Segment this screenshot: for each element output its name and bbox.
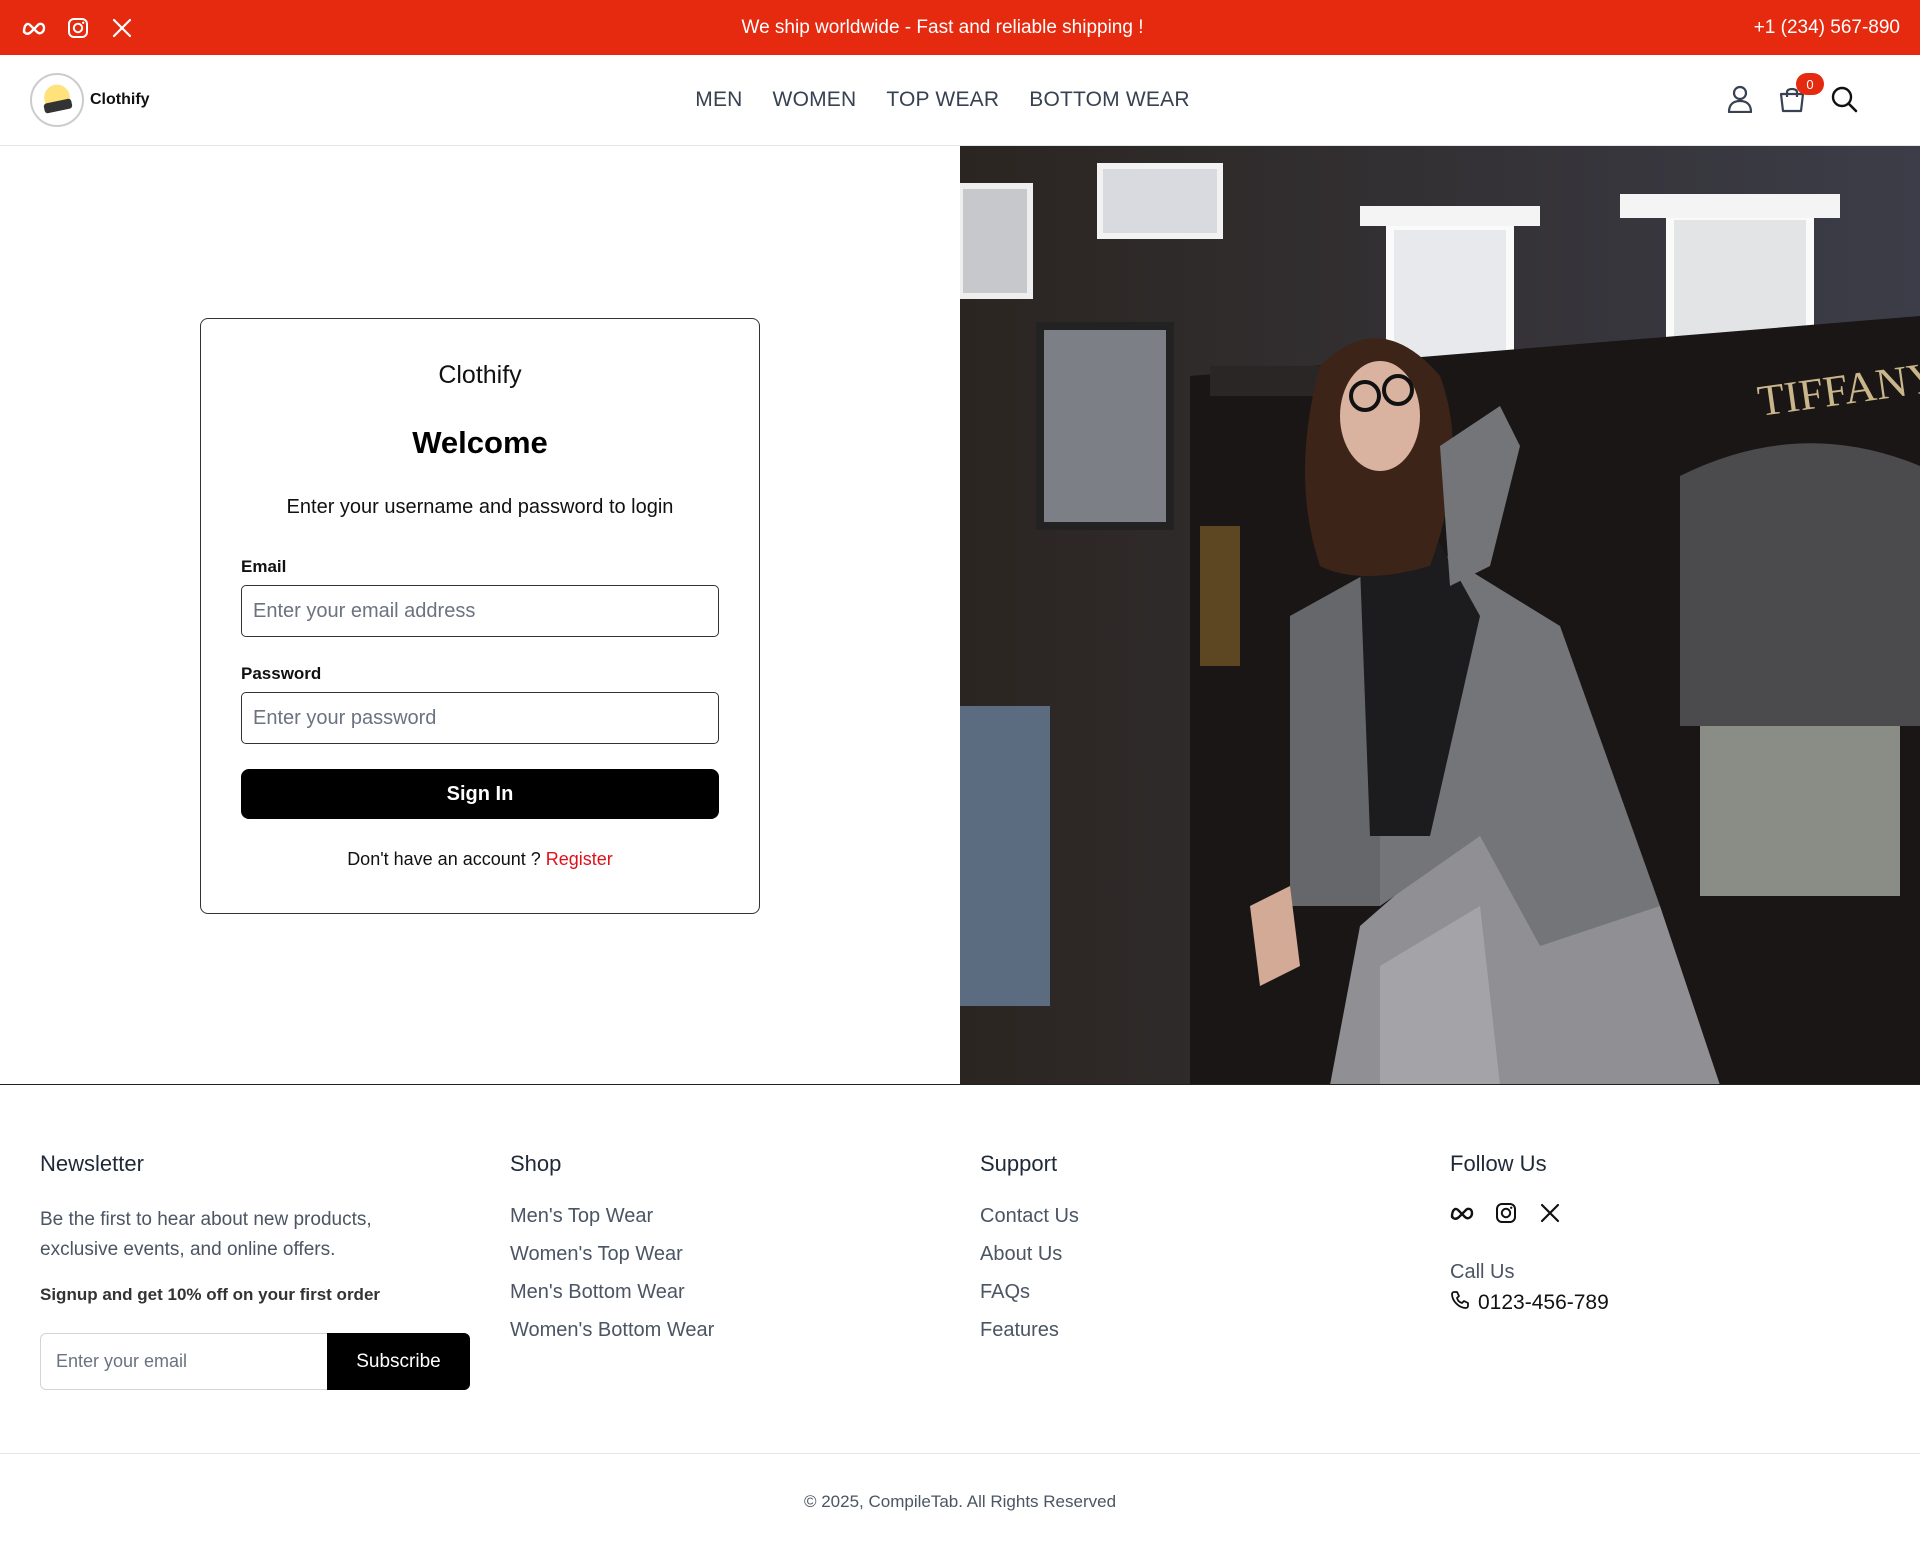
register-prompt: Don't have an account ? Register: [201, 849, 759, 870]
no-account-text: Don't have an account ?: [347, 849, 546, 869]
announcement-bar: We ship worldwide - Fast and reliable sh…: [0, 0, 1920, 55]
footer-socials: [1450, 1201, 1609, 1225]
nav-top-wear[interactable]: TOP WEAR: [886, 88, 999, 112]
newsletter-title: Newsletter: [40, 1151, 144, 1176]
meta-icon[interactable]: [1450, 1201, 1474, 1225]
search-icon[interactable]: [1828, 83, 1860, 115]
footer-link-womens-bottom-wear[interactable]: Women's Bottom Wear: [510, 1319, 714, 1342]
shop-column: Shop Men's Top Wear Women's Top Wear Men…: [510, 1151, 714, 1357]
nav-bottom-wear[interactable]: BOTTOM WEAR: [1029, 88, 1189, 112]
footer-link-contact-us[interactable]: Contact Us: [980, 1205, 1079, 1228]
newsletter-text: Be the first to hear about new products,…: [40, 1209, 372, 1260]
footer-link-features[interactable]: Features: [980, 1319, 1079, 1342]
login-brand: Clothify: [438, 361, 522, 389]
support-title: Support: [980, 1151, 1058, 1176]
register-link[interactable]: Register: [546, 849, 613, 869]
phone-icon: [1450, 1290, 1470, 1316]
nav-men[interactable]: MEN: [695, 88, 742, 112]
newsletter-email-input[interactable]: [40, 1333, 327, 1390]
cart-count-badge: 0: [1796, 73, 1824, 95]
login-subtitle: Enter your username and password to logi…: [286, 496, 674, 518]
header-actions: 0: [1724, 73, 1860, 115]
call-us-number-text: 0123-456-789: [1478, 1291, 1609, 1314]
email-label: Email: [241, 557, 287, 576]
password-label: Password: [241, 664, 322, 683]
newsletter-form: Subscribe: [40, 1333, 470, 1390]
cart-icon[interactable]: 0: [1776, 73, 1824, 115]
main-nav: MEN WOMEN TOP WEAR BOTTOM WEAR: [0, 55, 1885, 145]
shop-title: Shop: [510, 1151, 562, 1176]
subscribe-button[interactable]: Subscribe: [327, 1333, 470, 1390]
login-section: Clothify Welcome Enter your username and…: [0, 146, 1920, 1085]
call-us-label: Call Us: [1450, 1261, 1515, 1283]
footer-link-faqs[interactable]: FAQs: [980, 1281, 1079, 1304]
email-field[interactable]: [241, 585, 719, 637]
copyright-text: © 2025, CompileTab. All Rights Reserved: [803, 1492, 1117, 1511]
footer-link-about-us[interactable]: About Us: [980, 1243, 1079, 1266]
hero-image: TIFFANY: [960, 146, 1920, 1085]
password-field[interactable]: [241, 692, 719, 744]
user-icon[interactable]: [1724, 83, 1756, 115]
login-card: Clothify Welcome Enter your username and…: [200, 318, 760, 914]
call-us-number[interactable]: 0123-456-789: [1450, 1290, 1609, 1316]
support-column: Support Contact Us About Us FAQs Feature…: [980, 1151, 1079, 1357]
footer-link-mens-top-wear[interactable]: Men's Top Wear: [510, 1205, 714, 1228]
site-footer: Newsletter Be the first to hear about ne…: [0, 1084, 1920, 1567]
footer-link-womens-top-wear[interactable]: Women's Top Wear: [510, 1243, 714, 1266]
follow-title: Follow Us: [1450, 1151, 1547, 1176]
follow-column: Follow Us Call Us 0123-456-789: [1450, 1151, 1609, 1316]
login-panel: Clothify Welcome Enter your username and…: [0, 146, 960, 949]
x-icon[interactable]: [1538, 1201, 1562, 1225]
shipping-message: We ship worldwide - Fast and reliable sh…: [741, 16, 1144, 38]
footer-link-mens-bottom-wear[interactable]: Men's Bottom Wear: [510, 1281, 714, 1304]
sign-in-button[interactable]: Sign In: [241, 769, 719, 819]
topbar-phone[interactable]: +1 (234) 567-890: [1754, 0, 1900, 55]
site-header: Clothify MEN WOMEN TOP WEAR BOTTOM WEAR …: [0, 55, 1920, 146]
copyright-bar: © 2025, CompileTab. All Rights Reserved: [0, 1453, 1920, 1567]
nav-women[interactable]: WOMEN: [773, 88, 857, 112]
newsletter-column: Newsletter Be the first to hear about ne…: [40, 1151, 470, 1390]
instagram-icon[interactable]: [1494, 1201, 1518, 1225]
newsletter-offer: Signup and get 10% off on your first ord…: [40, 1285, 381, 1304]
login-title: Welcome: [412, 425, 548, 460]
